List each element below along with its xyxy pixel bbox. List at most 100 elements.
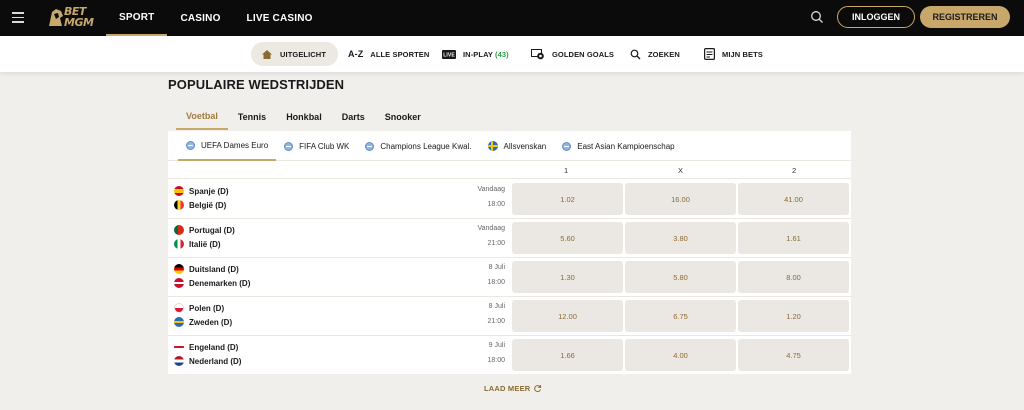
betmgm-logo[interactable]: BET MGM: [46, 6, 94, 30]
away-team: Zweden (D): [174, 317, 232, 327]
match-row[interactable]: Spanje (D) België (D) Vandaag 18:00 1.02…: [168, 180, 851, 219]
odds-button-x[interactable]: 4.00: [625, 339, 736, 371]
search-icon[interactable]: [810, 10, 824, 24]
svg-text:LIVE: LIVE: [443, 52, 455, 58]
goal-icon: [531, 48, 545, 60]
portugal-flag-icon: [174, 225, 184, 235]
odds-button-2[interactable]: 1.20: [738, 300, 849, 332]
register-button[interactable]: REGISTREREN: [920, 6, 1010, 28]
odds-header-1: 1: [564, 166, 569, 175]
match-day: 8 Juli: [488, 264, 505, 271]
odds-button-1[interactable]: 12.00: [512, 300, 623, 332]
tab-east-asian-kampioenschap[interactable]: East Asian Kampioenschap: [554, 131, 682, 161]
match-time: 18:00: [487, 357, 505, 364]
team-name: Zweden (D): [189, 317, 233, 327]
subnav-label: ZOEKEN: [648, 49, 680, 59]
betslip-icon: [704, 48, 715, 60]
subnav-uitgelicht[interactable]: UITGELICHT: [251, 42, 338, 66]
home-team: Portugal (D): [174, 225, 235, 235]
odds-button-2[interactable]: 41.00: [738, 183, 849, 215]
match-row[interactable]: Engeland (D) Nederland (D) 9 Juli 18:00 …: [168, 336, 851, 375]
odds-button-1[interactable]: 1.02: [512, 183, 623, 215]
subnav-label: MIJN BETS: [722, 49, 763, 59]
odds-button-1[interactable]: 1.30: [512, 261, 623, 293]
odds-button-1[interactable]: 5.60: [512, 222, 623, 254]
sweden-flag-icon: [487, 141, 498, 151]
tab-uefa-dames-euro[interactable]: UEFA Dames Euro: [178, 131, 277, 161]
tab-tennis[interactable]: Tennis: [228, 104, 276, 130]
match-row[interactable]: Polen (D) Zweden (D) 8 Juli 21:00 12.00 …: [168, 297, 851, 336]
subnav-label: ALLE SPORTEN: [370, 49, 430, 59]
tab-snooker[interactable]: Snooker: [375, 104, 431, 130]
home-team: Polen (D): [174, 303, 224, 313]
odds-button-x[interactable]: 6.75: [625, 300, 736, 332]
tab-fifa-club-wk[interactable]: FIFA Club WK: [276, 131, 357, 161]
globe-icon: [365, 141, 375, 151]
match-day: Vandaag: [477, 186, 505, 193]
tab-champions-league-kwal[interactable]: Champions League Kwal.: [357, 131, 479, 161]
team-name: Portugal (D): [189, 225, 235, 235]
competition-label: UEFA Dames Euro: [201, 140, 269, 150]
match-row[interactable]: Duitsland (D) Denemarken (D) 8 Juli 18:0…: [168, 258, 851, 297]
nav-live-casino[interactable]: LIVE CASINO: [234, 0, 326, 36]
odds-button-x[interactable]: 3.80: [625, 222, 736, 254]
odds-button-x[interactable]: 16.00: [625, 183, 736, 215]
competition-label: East Asian Kampioenschap: [577, 141, 675, 151]
denmark-flag-icon: [174, 278, 184, 288]
globe-icon: [186, 140, 195, 150]
odds-header: 1 X 2: [168, 161, 851, 179]
match-day: 8 Juli: [488, 303, 505, 310]
load-more-button[interactable]: LAAD MEER: [484, 384, 542, 393]
team-name: Polen (D): [189, 303, 225, 313]
germany-flag-icon: [174, 264, 184, 274]
refresh-icon: [534, 385, 542, 393]
tab-allsvenskan[interactable]: Allsvenskan: [480, 131, 555, 161]
subnav-mijn-bets[interactable]: MIJN BETS: [704, 42, 763, 66]
odds-button-2[interactable]: 8.00: [738, 261, 849, 293]
match-row[interactable]: Portugal (D) Italië (D) Vandaag 21:00 5.…: [168, 219, 851, 258]
odds-button-x[interactable]: 5.80: [625, 261, 736, 293]
tab-voetbal[interactable]: Voetbal: [176, 104, 228, 130]
top-navbar: BET MGM SPORT CASINO LIVE CASINO INLOGGEN…: [0, 0, 1024, 36]
match-day: 9 Juli: [488, 342, 505, 349]
nav-sport[interactable]: SPORT: [106, 0, 168, 36]
team-name: Spanje (D): [189, 186, 229, 196]
search-icon: [630, 49, 641, 60]
subnav-in-play[interactable]: LIVE IN-PLAY (43): [442, 42, 509, 66]
tab-darts[interactable]: Darts: [332, 104, 375, 130]
home-team: Engeland (D): [174, 342, 238, 352]
odds-button-1[interactable]: 1.66: [512, 339, 623, 371]
nav-casino[interactable]: CASINO: [167, 0, 233, 36]
match-time: 21:00: [487, 240, 505, 247]
team-name: Engeland (D): [189, 342, 239, 352]
spain-flag-icon: [174, 186, 184, 196]
team-name: Denemarken (D): [189, 278, 251, 288]
subnav-golden-goals[interactable]: GOLDEN GOALS: [531, 42, 614, 66]
live-icon: LIVE: [442, 49, 456, 59]
globe-icon: [284, 141, 294, 151]
logo-text: BET MGM: [64, 5, 94, 29]
tab-honkbal[interactable]: Honkbal: [276, 104, 332, 130]
subnav-label: GOLDEN GOALS: [552, 49, 615, 59]
odds-header-2: 2: [792, 166, 797, 175]
odds-button-2[interactable]: 4.75: [738, 339, 849, 371]
match-day: Vandaag: [477, 225, 505, 232]
competition-label: Champions League Kwal.: [380, 141, 472, 151]
team-name: Italië (D): [189, 239, 221, 249]
hamburger-menu-icon[interactable]: [12, 12, 24, 23]
subnav-zoeken[interactable]: ZOEKEN: [630, 42, 680, 66]
lion-logo-icon: [49, 9, 63, 26]
home-team: Spanje (D): [174, 186, 229, 196]
subnav-alle-sporten[interactable]: A-Z ALLE SPORTEN: [348, 42, 429, 66]
sport-tabs: Voetbal Tennis Honkbal Darts Snooker: [176, 104, 431, 130]
away-team: België (D): [174, 200, 226, 210]
away-team: Denemarken (D): [174, 278, 250, 288]
login-button[interactable]: INLOGGEN: [837, 6, 915, 28]
competition-label: FIFA Club WK: [299, 141, 350, 151]
az-icon: A-Z: [348, 49, 364, 59]
match-time: 21:00: [487, 318, 505, 325]
belgium-flag-icon: [174, 200, 184, 210]
odds-button-2[interactable]: 1.61: [738, 222, 849, 254]
netherlands-flag-icon: [174, 356, 184, 366]
subnav-label: UITGELICHT: [280, 49, 326, 59]
